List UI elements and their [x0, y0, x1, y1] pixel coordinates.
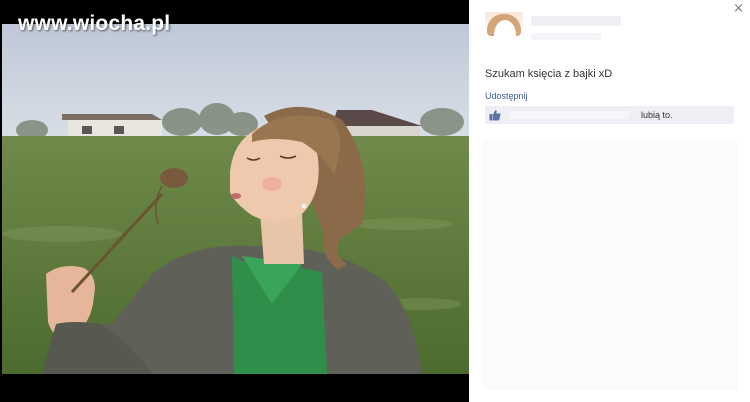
likers-blurred	[509, 111, 629, 119]
like-bar: lubią to.	[485, 106, 734, 124]
watermark-text: www.wiocha.pl	[18, 12, 171, 35]
photo-image	[2, 24, 469, 374]
comments-area-blurred	[483, 140, 738, 390]
thumbs-up-icon[interactable]	[489, 109, 501, 121]
author-name-blurred[interactable]	[531, 16, 621, 26]
close-icon[interactable]: ×	[733, 1, 744, 16]
post-status-text: Szukam księcia z bajki xD	[485, 68, 613, 80]
post-sidebar: × Szukam księcia z bajki xD Udostępnij l…	[469, 0, 750, 402]
share-link[interactable]: Udostępnij	[485, 91, 528, 101]
like-text: lubią to.	[641, 110, 673, 120]
post-meta-blurred	[531, 33, 601, 40]
photo-viewer: www.wiocha.pl	[0, 0, 469, 402]
avatar[interactable]	[485, 12, 523, 52]
